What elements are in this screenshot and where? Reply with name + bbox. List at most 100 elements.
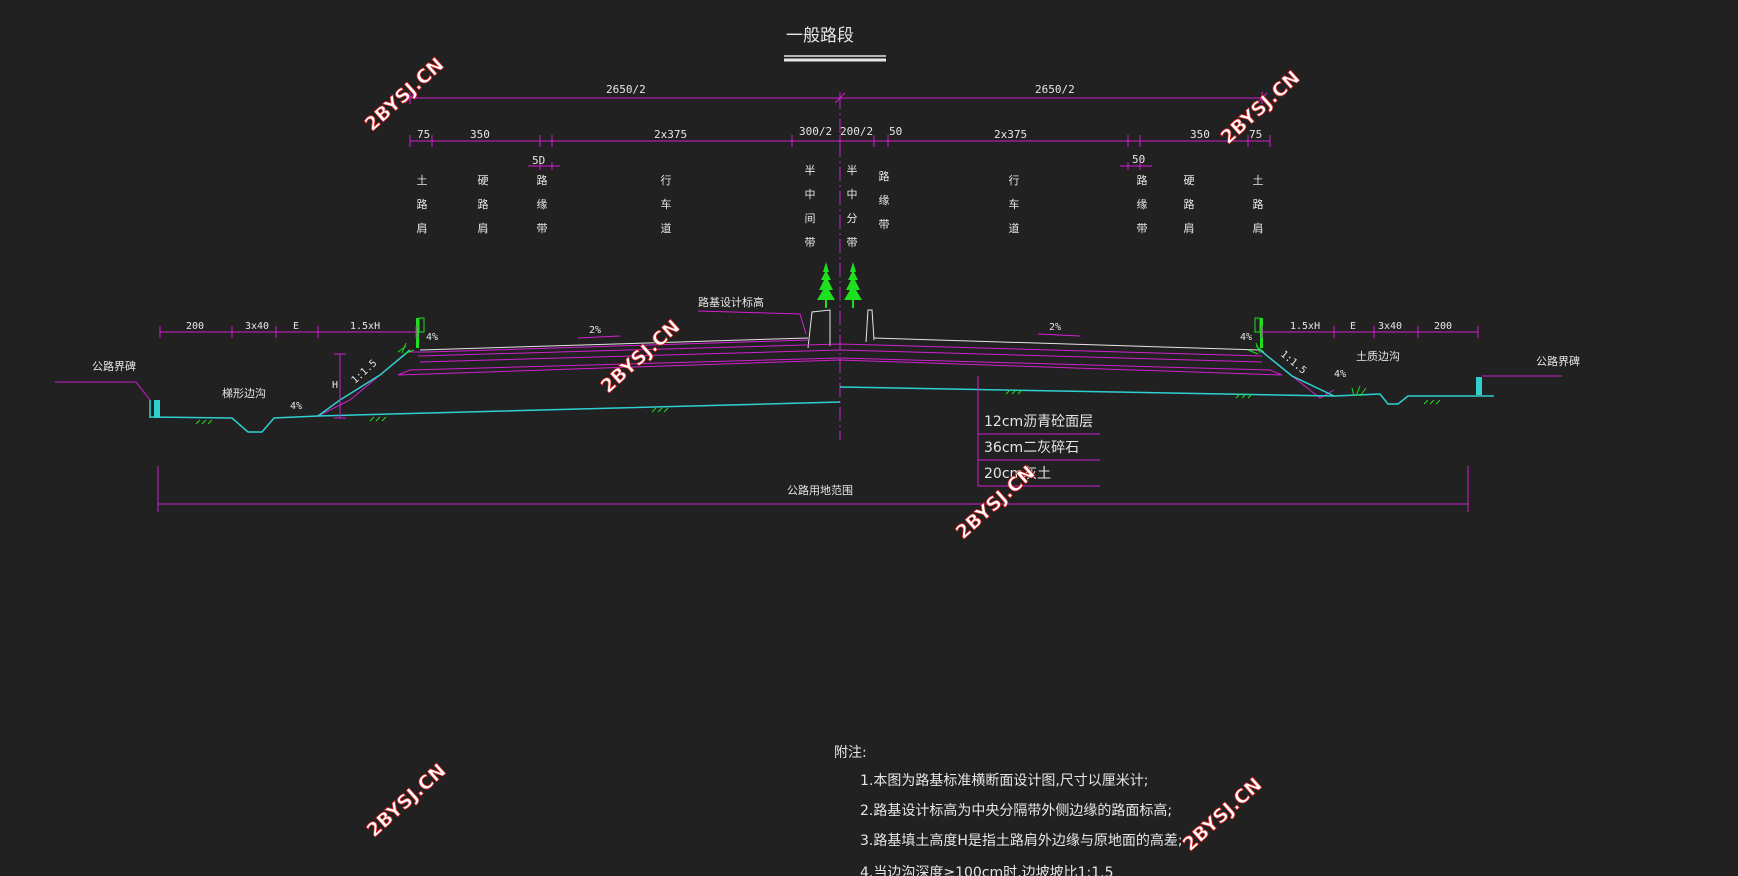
watermark-6: 2BYSJ.CN	[1179, 774, 1267, 856]
earth-ditch-label: 土质边沟	[1356, 350, 1400, 363]
label-edge-band-center-right: 路缘带	[879, 170, 890, 231]
svg-text:缘: 缘	[1137, 198, 1148, 211]
ditch-slope-left: 4%	[290, 401, 302, 412]
label-lane-right: 行车道	[1009, 174, 1020, 235]
dim-hard-shoulder-left: 350	[470, 128, 490, 141]
svg-text:硬: 硬	[1184, 174, 1195, 187]
layer-2: 36cm二灰碎石	[984, 440, 1079, 456]
dim-outer-3x40-right: 3x40	[1378, 321, 1402, 332]
notes: 附注: 1.本图为路基标准横断面设计图,尺寸以厘米计; 2.路基设计标高为中央分…	[834, 745, 1183, 876]
dim-lanes-right: 2x375	[994, 128, 1027, 141]
svg-text:道: 道	[1009, 221, 1020, 235]
svg-text:中: 中	[805, 188, 816, 201]
svg-text:路: 路	[417, 198, 428, 211]
note-3: 3.路基填土高度H是指土路肩外边缘与原地面的高差;	[860, 832, 1183, 849]
dim-half-left: 2650/2	[606, 83, 646, 96]
svg-text:中: 中	[847, 188, 858, 201]
dim-outer-E-left: E	[293, 321, 299, 332]
dim-edge-strip-right: 50	[889, 125, 902, 138]
svg-text:肩: 肩	[1253, 221, 1264, 235]
note-1: 1.本图为路基标准横断面设计图,尺寸以厘米计;	[860, 772, 1149, 789]
grass-marks	[195, 342, 1441, 425]
svg-text:土: 土	[417, 174, 428, 187]
label-lane-left: 行车道	[661, 174, 672, 235]
shoulder-slope-right: 4%	[1240, 332, 1252, 343]
watermark-1: 2BYSJ.CN	[361, 54, 449, 136]
slope-labels: 4% 2% 2% 4% 4% 4%	[290, 322, 1346, 412]
drawing-title: 一般路段	[786, 26, 854, 46]
label-soil-shoulder-left: 土路肩	[417, 174, 428, 235]
layer-1: 12cm沥青砼面层	[984, 414, 1093, 430]
design-elevation-callout: 路基设计标高	[697, 295, 807, 335]
label-soil-shoulder-right: 土路肩	[1253, 174, 1264, 235]
boundary-stone-right	[1476, 377, 1482, 395]
dim-hard-shoulder-right: 350	[1190, 128, 1210, 141]
svg-text:土: 土	[1253, 174, 1264, 187]
svg-text:路: 路	[1137, 174, 1148, 187]
pavement-layer-callout: 12cm沥青砼面层 36cm二灰碎石 20cm灰土	[977, 376, 1100, 487]
side-labels: 公路界碑 公路界碑 梯形边沟 土质边沟	[92, 350, 1580, 400]
note-4: 4.当边沟深度≥100cm时,边坡坡比1:1.5	[860, 865, 1113, 876]
svg-text:缘: 缘	[879, 194, 890, 207]
svg-text:带: 带	[1137, 222, 1148, 235]
dim-outer-1-5H-left: 1.5xH	[350, 321, 380, 332]
dim-outer-3x40-left: 3x40	[245, 321, 269, 332]
dim-median-half: 300/2	[799, 125, 832, 138]
svg-text:路: 路	[1184, 198, 1195, 211]
svg-text:肩: 肩	[1184, 221, 1195, 235]
trapezoid-ditch-label: 梯形边沟	[222, 387, 266, 400]
crossfall-right: 2%	[1049, 322, 1061, 333]
cad-drawing: 一般路段 2650/2 2650/2 75 350 5D 2x375 300/2…	[55, 26, 1580, 876]
svg-text:路: 路	[879, 170, 890, 183]
label-edge-band-right: 路缘带	[1137, 174, 1148, 235]
svg-text:半: 半	[847, 163, 858, 177]
label-edge-band-left: 路缘带	[537, 174, 548, 235]
svg-text:车: 车	[661, 197, 672, 211]
pavement-structure	[317, 339, 1335, 417]
svg-text:肩: 肩	[478, 221, 489, 235]
svg-text:缘: 缘	[537, 198, 548, 211]
svg-text:带: 带	[847, 236, 858, 249]
svg-text:行: 行	[661, 174, 672, 187]
svg-text:行: 行	[1009, 174, 1020, 187]
svg-text:分: 分	[847, 212, 858, 225]
svg-text:肩: 肩	[417, 221, 428, 235]
watermark-5: 2BYSJ.CN	[363, 760, 451, 842]
svg-text:路: 路	[1253, 198, 1264, 211]
svg-text:带: 带	[537, 222, 548, 235]
crossfall-left: 2%	[589, 325, 601, 336]
boundary-marker-left: 公路界碑	[92, 360, 136, 373]
slope-ratio-left: 1:1.5	[350, 358, 380, 386]
median-tree-left	[817, 262, 835, 308]
label-half-central-strip: 半中分带	[847, 163, 858, 249]
median-tree-right	[844, 262, 862, 308]
dim-edge-strip-left: 5D	[532, 154, 545, 167]
dim-H: H	[332, 380, 338, 391]
design-elevation-label: 路基设计标高	[698, 295, 764, 309]
dim-soil-shoulder-left: 75	[417, 128, 430, 141]
shoulder-slope-left: 4%	[426, 332, 438, 343]
land-boundary-label: 公路用地范围	[787, 483, 853, 497]
svg-text:间: 间	[805, 212, 816, 225]
svg-text:硬: 硬	[478, 174, 489, 187]
dim-half-right: 2650/2	[1035, 83, 1075, 96]
dim-median-strip-half: 200/2	[840, 125, 873, 138]
boundary-marker-right: 公路界碑	[1536, 355, 1580, 368]
dim-outer-E-right: E	[1350, 321, 1356, 332]
dim-outer-200-left: 200	[186, 321, 204, 332]
svg-text:带: 带	[805, 236, 816, 249]
dim-edge-strip-right-small: 50	[1132, 153, 1145, 166]
svg-text:路: 路	[478, 198, 489, 211]
notes-heading: 附注:	[834, 745, 867, 761]
svg-text:道: 道	[661, 221, 672, 235]
watermarks: 2BYSJ.CN 2BYSJ.CN 2BYSJ.CN 2BYSJ.CN 2BYS…	[360, 53, 1305, 856]
svg-text:路: 路	[537, 174, 548, 187]
dim-outer-200-right: 200	[1434, 321, 1452, 332]
dim-outer-1-5H-right: 1.5xH	[1290, 321, 1320, 332]
dim-lanes-left: 2x375	[654, 128, 687, 141]
slope-ratio-right: 1:1.5	[1278, 349, 1308, 377]
svg-text:车: 车	[1009, 197, 1020, 211]
label-half-median: 半中间带	[805, 163, 816, 249]
label-hard-shoulder-left: 硬路肩	[478, 174, 489, 235]
median-island	[807, 309, 875, 349]
